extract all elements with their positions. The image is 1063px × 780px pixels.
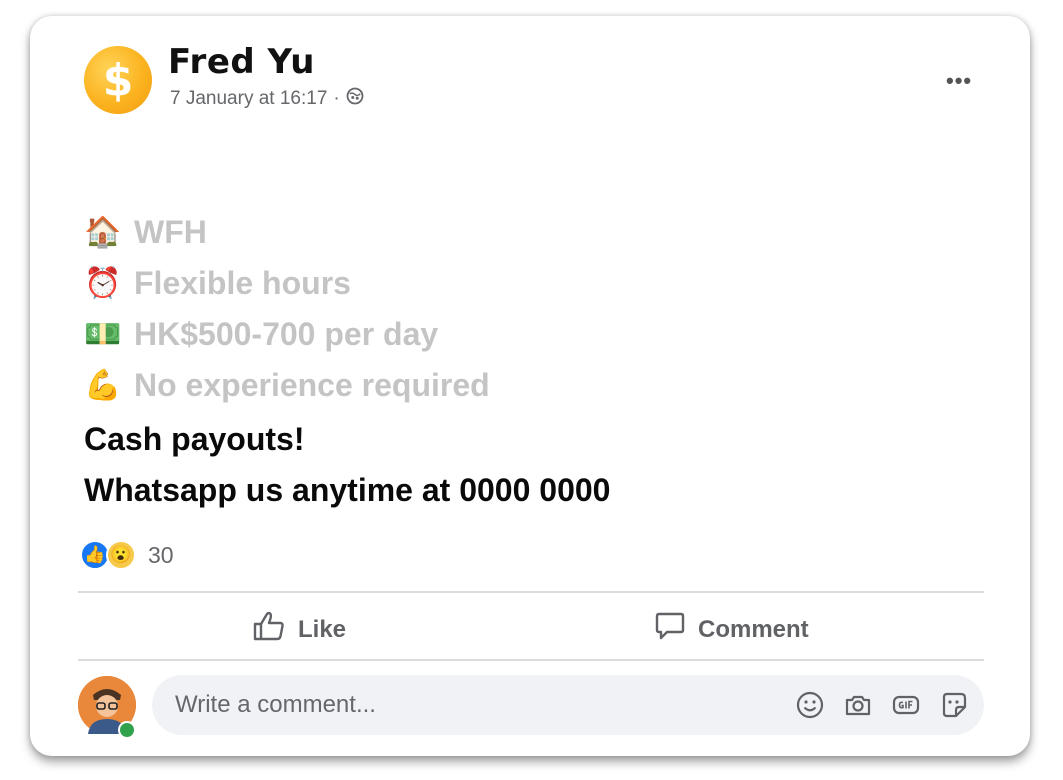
online-status-indicator bbox=[118, 721, 136, 739]
money-icon: 💵 bbox=[84, 318, 122, 351]
feature-pay: 💵 HK$500-700 per day bbox=[84, 316, 438, 353]
sticker-icon[interactable] bbox=[940, 691, 968, 719]
globe-icon[interactable] bbox=[346, 87, 364, 111]
contact-text: Whatsapp us anytime at 0000 0000 bbox=[84, 472, 611, 508]
composer-icons bbox=[796, 691, 968, 719]
feature-text: No experience required bbox=[134, 367, 490, 403]
author-name[interactable]: Fred Yu bbox=[168, 42, 315, 82]
feature-experience: 💪 No experience required bbox=[84, 367, 490, 404]
house-icon: 🏠 bbox=[84, 216, 122, 249]
comment-label: Comment bbox=[698, 615, 809, 643]
alarm-clock-icon: ⏰ bbox=[84, 267, 122, 300]
reaction-count[interactable]: 30 bbox=[148, 542, 174, 569]
author-avatar[interactable]: $ bbox=[84, 46, 152, 114]
reaction-summary[interactable]: 👍 😮 30 bbox=[80, 540, 174, 570]
feature-text: WFH bbox=[134, 214, 207, 250]
wow-reaction-icon: 😮 bbox=[106, 540, 136, 570]
divider bbox=[78, 659, 984, 661]
post-card: $ Fred Yu 7 January at 16:17 · ••• 🏠 WFH… bbox=[30, 16, 1030, 756]
feature-text: Flexible hours bbox=[134, 265, 351, 301]
like-label: Like bbox=[298, 615, 347, 643]
gif-icon[interactable] bbox=[892, 691, 920, 719]
divider bbox=[78, 591, 984, 593]
emoji-icon[interactable] bbox=[796, 691, 824, 719]
camera-icon[interactable] bbox=[844, 691, 872, 719]
feature-text: HK$500-700 per day bbox=[134, 316, 439, 352]
feature-wfh: 🏠 WFH bbox=[84, 214, 207, 251]
thumbs-up-icon bbox=[252, 610, 286, 649]
post-timestamp[interactable]: 7 January at 16:17 bbox=[170, 88, 327, 110]
comment-input[interactable] bbox=[173, 690, 737, 720]
more-options-button[interactable]: ••• bbox=[946, 68, 972, 94]
meta-separator: · bbox=[333, 88, 340, 109]
comment-bubble-icon bbox=[654, 610, 686, 649]
like-button[interactable]: Like bbox=[252, 610, 346, 649]
post-meta: 7 January at 16:17 · bbox=[170, 87, 364, 111]
feature-hours: ⏰ Flexible hours bbox=[84, 265, 351, 302]
cash-payouts-text: Cash payouts! bbox=[84, 421, 305, 457]
comment-composer[interactable] bbox=[152, 675, 984, 735]
flexed-biceps-icon: 💪 bbox=[84, 369, 122, 402]
avatar-symbol: $ bbox=[102, 54, 134, 106]
comment-button[interactable]: Comment bbox=[654, 610, 809, 649]
